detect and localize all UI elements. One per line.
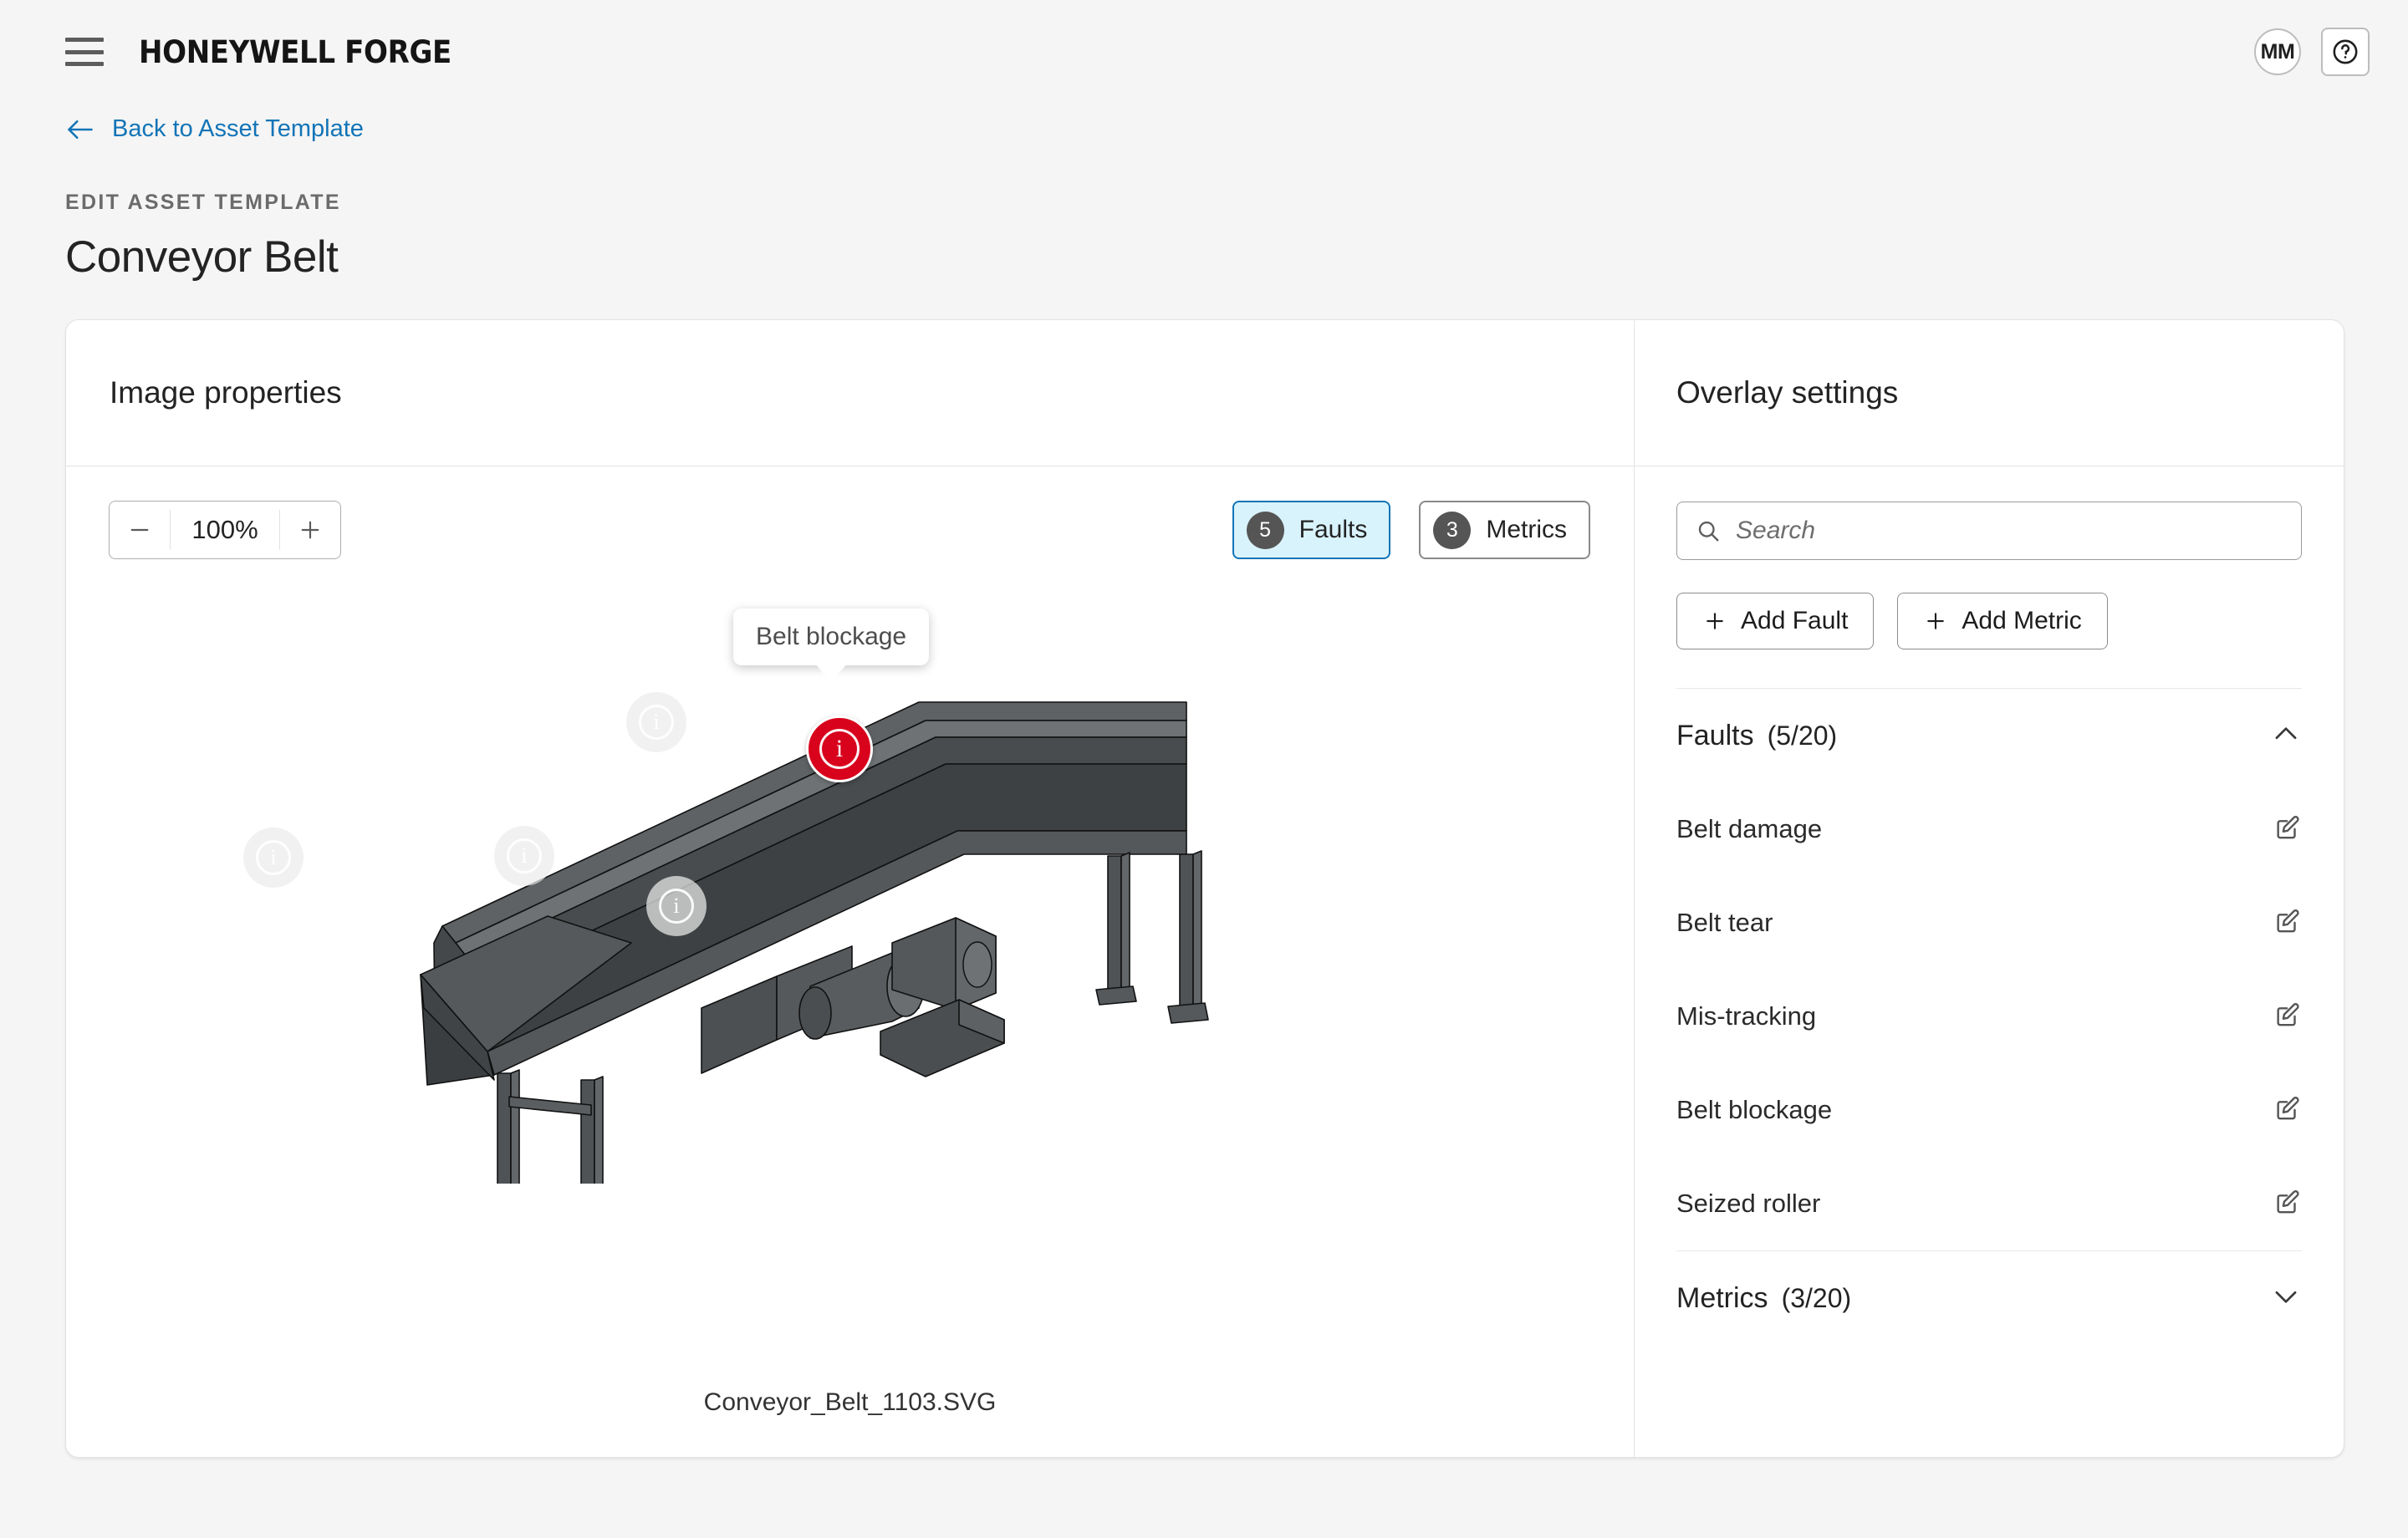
plus-icon (301, 521, 319, 539)
brand-logo: HONEYWELL FORGE (139, 33, 452, 70)
zoom-control: 100% (109, 501, 341, 559)
overlay-add-actions: Add Fault Add Metric (1676, 593, 2302, 649)
faults-section-title: Faults (1676, 719, 1754, 751)
fault-marker-3[interactable]: i (494, 826, 554, 886)
info-icon: i (659, 889, 694, 924)
overlay-type-toggles: 5 Faults 3 Metrics (1232, 501, 1590, 559)
edit-icon[interactable] (2273, 1188, 2302, 1220)
question-circle-icon (2333, 39, 2358, 64)
faults-count-badge: 5 (1246, 511, 1284, 549)
fault-marker-4[interactable]: i (646, 876, 707, 936)
metrics-section: Metrics (3/20) (1676, 1250, 2302, 1345)
edit-icon[interactable] (2273, 813, 2302, 846)
info-icon: i (639, 705, 674, 740)
chevron-down-icon[interactable] (2270, 1281, 2302, 1316)
fault-label: Belt damage (1676, 814, 1823, 843)
search-input[interactable]: Search (1676, 502, 2302, 560)
fault-label: Mis-tracking (1676, 1001, 1817, 1031)
overlay-settings-body: Search Add Fault Add Metric Faults (5/20… (1635, 466, 2344, 1457)
plus-icon (1707, 613, 1723, 629)
metrics-section-title: Metrics (1676, 1281, 1768, 1314)
diagram-stage: i i i i Belt blockage i Conveyor_Belt_11… (66, 583, 1634, 1457)
back-to-asset-template-link[interactable]: Back to Asset Template (65, 115, 364, 143)
search-placeholder: Search (1736, 517, 1816, 544)
fault-marker-active-belt-blockage[interactable]: i (806, 716, 873, 782)
chevron-up-icon[interactable] (2270, 718, 2302, 754)
image-toolbar: 100% 5 Faults 3 Metrics (109, 501, 1590, 559)
fault-list-item[interactable]: Mis-tracking (1676, 970, 2302, 1063)
fault-list-item[interactable]: Belt tear (1676, 876, 2302, 970)
fault-label: Belt tear (1676, 908, 1773, 937)
faults-section-header[interactable]: Faults (5/20) (1676, 689, 2302, 782)
page-title: Conveyor Belt (65, 232, 339, 282)
plus-icon (1927, 613, 1945, 629)
marker-tooltip: Belt blockage (733, 609, 930, 682)
overlay-settings-heading: Overlay settings (1635, 320, 2344, 466)
top-bar-actions: MM (2254, 28, 2370, 76)
main-card: Image properties 100% 5 Faults 3 Metrics… (65, 319, 2344, 1458)
add-fault-label: Add Fault (1741, 607, 1849, 634)
conveyor-belt-svg (420, 701, 1209, 1281)
conveyor-belt-diagram[interactable] (384, 615, 1270, 1281)
image-properties-panel: Image properties 100% 5 Faults 3 Metrics… (66, 320, 1635, 1457)
avatar[interactable]: MM (2254, 28, 2301, 75)
metrics-section-header[interactable]: Metrics (3/20) (1676, 1251, 2302, 1345)
page-eyebrow: EDIT ASSET TEMPLATE (65, 191, 341, 214)
minus-icon (130, 528, 149, 532)
faults-section-count: (5/20) (1767, 720, 1838, 751)
image-properties-heading: Image properties (66, 320, 1634, 466)
overlay-settings-panel: Overlay settings Search Add Fault Add Me… (1635, 320, 2344, 1457)
search-icon (1698, 521, 1719, 542)
fault-label: Seized roller (1676, 1189, 1821, 1218)
faults-toggle[interactable]: 5 Faults (1232, 501, 1391, 559)
edit-icon[interactable] (2273, 1094, 2302, 1127)
zoom-out-button[interactable] (110, 502, 170, 558)
info-icon: i (819, 729, 860, 769)
zoom-level-value: 100% (191, 515, 258, 544)
edit-icon[interactable] (2273, 1001, 2302, 1033)
add-metric-button[interactable]: Add Metric (1897, 593, 2108, 649)
image-properties-body: 100% 5 Faults 3 Metrics i i i i Belt blo… (66, 466, 1634, 1457)
fault-list-item[interactable]: Belt damage (1676, 782, 2302, 876)
top-bar: HONEYWELL FORGE MM (0, 0, 2408, 104)
metrics-toggle-label: Metrics (1486, 516, 1567, 543)
arrow-left-icon (68, 120, 93, 139)
info-icon: i (256, 840, 291, 875)
faults-section: Faults (5/20) Belt damage Belt tear Mis-… (1676, 688, 2302, 1250)
fault-marker-1[interactable]: i (243, 828, 304, 888)
add-metric-label: Add Metric (1962, 607, 2082, 634)
back-link-label: Back to Asset Template (112, 115, 364, 142)
info-icon: i (507, 838, 542, 873)
edit-icon[interactable] (2273, 907, 2302, 940)
image-filename: Conveyor_Belt_1103.SVG (703, 1388, 997, 1416)
add-fault-button[interactable]: Add Fault (1676, 593, 1875, 649)
metrics-toggle[interactable]: 3 Metrics (1419, 501, 1590, 559)
fault-list-item[interactable]: Belt blockage (1676, 1063, 2302, 1157)
hamburger-menu-icon[interactable] (65, 38, 104, 66)
fault-list-item[interactable]: Seized roller (1676, 1157, 2302, 1250)
faults-toggle-label: Faults (1298, 516, 1368, 543)
help-button[interactable] (2321, 28, 2370, 76)
fault-marker-2[interactable]: i (626, 692, 686, 752)
metrics-count-badge: 3 (1433, 511, 1472, 549)
zoom-in-button[interactable] (280, 502, 340, 558)
metrics-section-count: (3/20) (1781, 1282, 1852, 1313)
fault-label: Belt blockage (1676, 1095, 1833, 1124)
